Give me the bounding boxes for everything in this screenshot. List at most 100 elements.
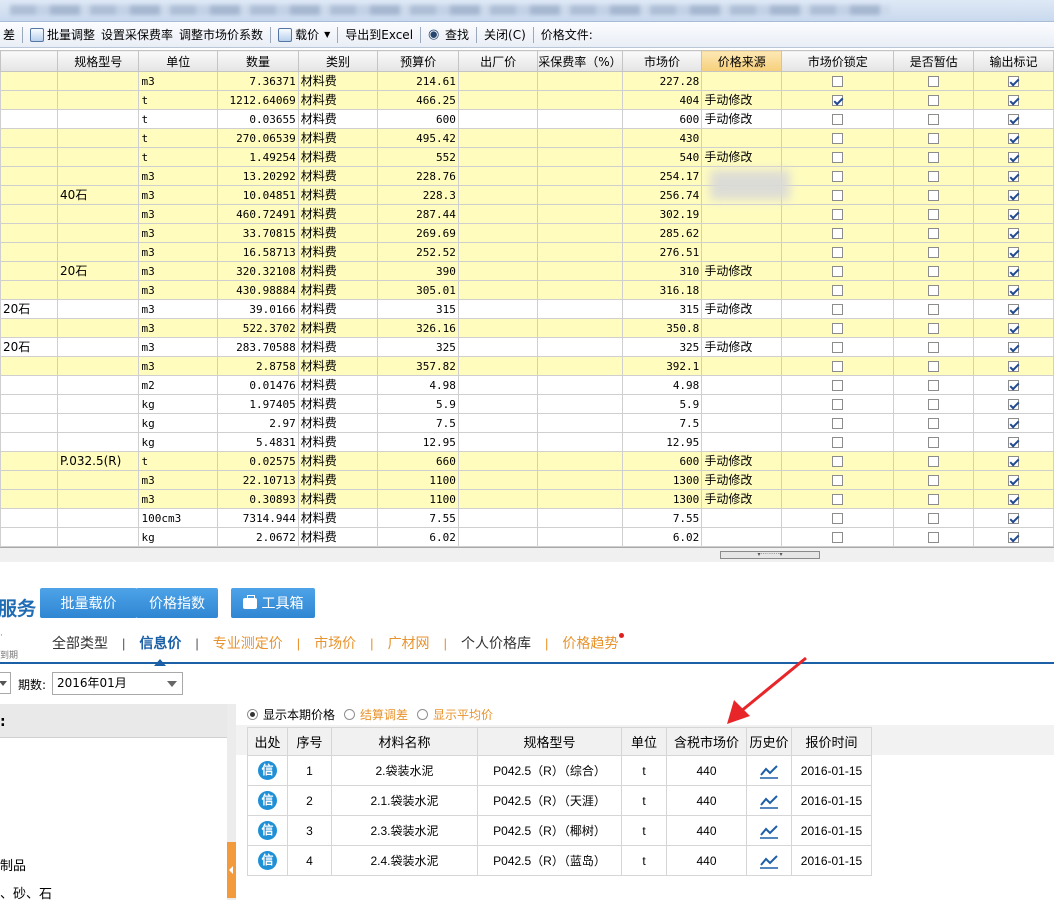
quantity-cell[interactable]: 16.58713 — [217, 242, 299, 262]
name-cell[interactable] — [0, 204, 59, 224]
price-source-cell[interactable] — [701, 128, 783, 148]
name-cell[interactable] — [0, 489, 59, 509]
price-source-cell[interactable] — [701, 508, 783, 528]
name-cell[interactable] — [0, 413, 59, 433]
tab-professional-price[interactable]: 专业测定价 — [211, 633, 285, 653]
quantity-cell[interactable]: 320.32108 — [217, 261, 299, 281]
spec-cell[interactable] — [57, 356, 140, 376]
market-price-lock-checkbox[interactable] — [832, 399, 844, 410]
load-price-dropdown[interactable]: 载价 ▼ — [275, 24, 333, 46]
unit-cell[interactable]: m3 — [138, 470, 219, 490]
quantity-cell[interactable]: 2.97 — [217, 413, 299, 433]
spec-cell[interactable] — [57, 375, 140, 395]
budget-price-cell[interactable]: 325 — [377, 337, 459, 357]
fee-rate-cell[interactable] — [537, 413, 623, 433]
provisional-checkbox[interactable] — [928, 114, 940, 125]
factory-price-cell[interactable] — [457, 451, 539, 471]
fee-rate-cell[interactable] — [537, 375, 623, 395]
find-button[interactable]: ◉ 查找 — [425, 24, 472, 46]
factory-price-cell[interactable] — [457, 71, 539, 91]
category-cell[interactable]: 材料费 — [297, 109, 379, 129]
table-row[interactable]: m3 13.20292 材料费 228.76 254.17 — [0, 166, 1054, 186]
name-cell[interactable] — [0, 261, 59, 281]
market-price-cell[interactable]: 256.74 — [621, 185, 703, 205]
fee-rate-cell[interactable] — [537, 451, 623, 471]
tree-item-products[interactable]: 制品 — [0, 855, 26, 874]
category-cell[interactable]: 材料费 — [297, 223, 379, 243]
category-cell[interactable]: 材料费 — [297, 413, 379, 433]
spec-cell[interactable] — [57, 147, 140, 167]
factory-price-cell[interactable] — [457, 261, 539, 281]
category-cell[interactable]: 材料费 — [297, 318, 379, 338]
tab-material-network[interactable]: 广材网 — [386, 633, 432, 653]
set-fee-rate-button[interactable]: 设置采保费率 — [98, 24, 176, 46]
tab-info-price[interactable]: 信息价 — [137, 633, 183, 666]
output-mark-checkbox[interactable] — [1008, 342, 1020, 353]
column-header[interactable]: 类别 — [297, 50, 379, 72]
name-cell[interactable] — [0, 527, 59, 547]
budget-price-cell[interactable]: 12.95 — [377, 432, 459, 452]
unit-cell[interactable]: m3 — [138, 166, 219, 186]
info-column-header[interactable]: 报价时间 — [791, 727, 872, 756]
history-trend-icon[interactable] — [759, 793, 779, 809]
category-cell[interactable]: 材料费 — [297, 375, 379, 395]
factory-price-cell[interactable] — [457, 413, 539, 433]
market-price-cell[interactable]: 315 — [621, 299, 703, 319]
provisional-checkbox[interactable] — [928, 304, 940, 315]
factory-price-cell[interactable] — [457, 280, 539, 300]
price-index-button[interactable]: 价格指数 — [136, 588, 218, 618]
provisional-checkbox[interactable] — [928, 266, 940, 277]
market-price-lock-checkbox[interactable] — [832, 95, 844, 106]
output-mark-checkbox[interactable] — [1008, 228, 1020, 239]
budget-price-cell[interactable]: 228.76 — [377, 166, 459, 186]
budget-price-cell[interactable]: 357.82 — [377, 356, 459, 376]
budget-price-cell[interactable]: 228.3 — [377, 185, 459, 205]
budget-price-cell[interactable]: 7.55 — [377, 508, 459, 528]
factory-price-cell[interactable] — [457, 109, 539, 129]
quantity-cell[interactable]: 7314.944 — [217, 508, 299, 528]
provisional-checkbox[interactable] — [928, 380, 940, 391]
quantity-cell[interactable]: 0.03655 — [217, 109, 299, 129]
market-price-cell[interactable]: 392.1 — [621, 356, 703, 376]
market-price-cell[interactable]: 316.18 — [621, 280, 703, 300]
info-column-header[interactable]: 序号 — [287, 727, 332, 756]
budget-price-cell[interactable]: 305.01 — [377, 280, 459, 300]
info-table-row[interactable]: 信 4 2.4.袋装水泥 P042.5（R）（蓝岛） t 440 2016-01-15 — [247, 845, 872, 876]
budget-price-cell[interactable]: 5.9 — [377, 394, 459, 414]
scrollbar-thumb[interactable]: ▾··········▾ — [720, 551, 820, 559]
name-cell[interactable] — [0, 375, 59, 395]
fee-rate-cell[interactable] — [537, 185, 623, 205]
category-cell[interactable]: 材料费 — [297, 147, 379, 167]
name-cell[interactable] — [0, 128, 59, 148]
price-source-cell[interactable] — [701, 280, 783, 300]
fee-rate-cell[interactable] — [537, 147, 623, 167]
column-header[interactable] — [0, 50, 59, 72]
name-cell[interactable] — [0, 166, 59, 186]
output-mark-checkbox[interactable] — [1008, 171, 1020, 182]
price-source-cell[interactable]: 手动修改 — [701, 337, 783, 357]
name-cell[interactable] — [0, 356, 59, 376]
category-cell[interactable]: 材料费 — [297, 337, 379, 357]
quantity-cell[interactable]: 283.70588 — [217, 337, 299, 357]
spec-cell[interactable] — [57, 204, 140, 224]
output-mark-checkbox[interactable] — [1008, 456, 1020, 467]
fee-rate-cell[interactable] — [537, 204, 623, 224]
price-source-cell[interactable] — [701, 223, 783, 243]
market-price-cell[interactable]: 302.19 — [621, 204, 703, 224]
spec-cell[interactable]: 40石 — [57, 185, 140, 205]
name-cell[interactable] — [0, 90, 59, 110]
output-mark-checkbox[interactable] — [1008, 266, 1020, 277]
table-row[interactable]: m3 22.10713 材料费 1100 1300 手动修改 — [0, 470, 1054, 490]
tax-market-price-cell[interactable]: 440 — [666, 755, 747, 786]
spec-cell[interactable]: P042.5（R）（综合） — [477, 755, 622, 786]
market-price-lock-checkbox[interactable] — [832, 494, 844, 505]
factory-price-cell[interactable] — [457, 185, 539, 205]
fee-rate-cell[interactable] — [537, 90, 623, 110]
toolbox-button[interactable]: 工具箱 — [231, 588, 315, 618]
table-row[interactable]: kg 1.97405 材料费 5.9 5.9 — [0, 394, 1054, 414]
tax-market-price-cell[interactable]: 440 — [666, 845, 747, 876]
market-price-cell[interactable]: 227.28 — [621, 71, 703, 91]
category-cell[interactable]: 材料费 — [297, 470, 379, 490]
name-cell[interactable]: 20石 — [0, 299, 59, 319]
market-price-lock-checkbox[interactable] — [832, 361, 844, 372]
